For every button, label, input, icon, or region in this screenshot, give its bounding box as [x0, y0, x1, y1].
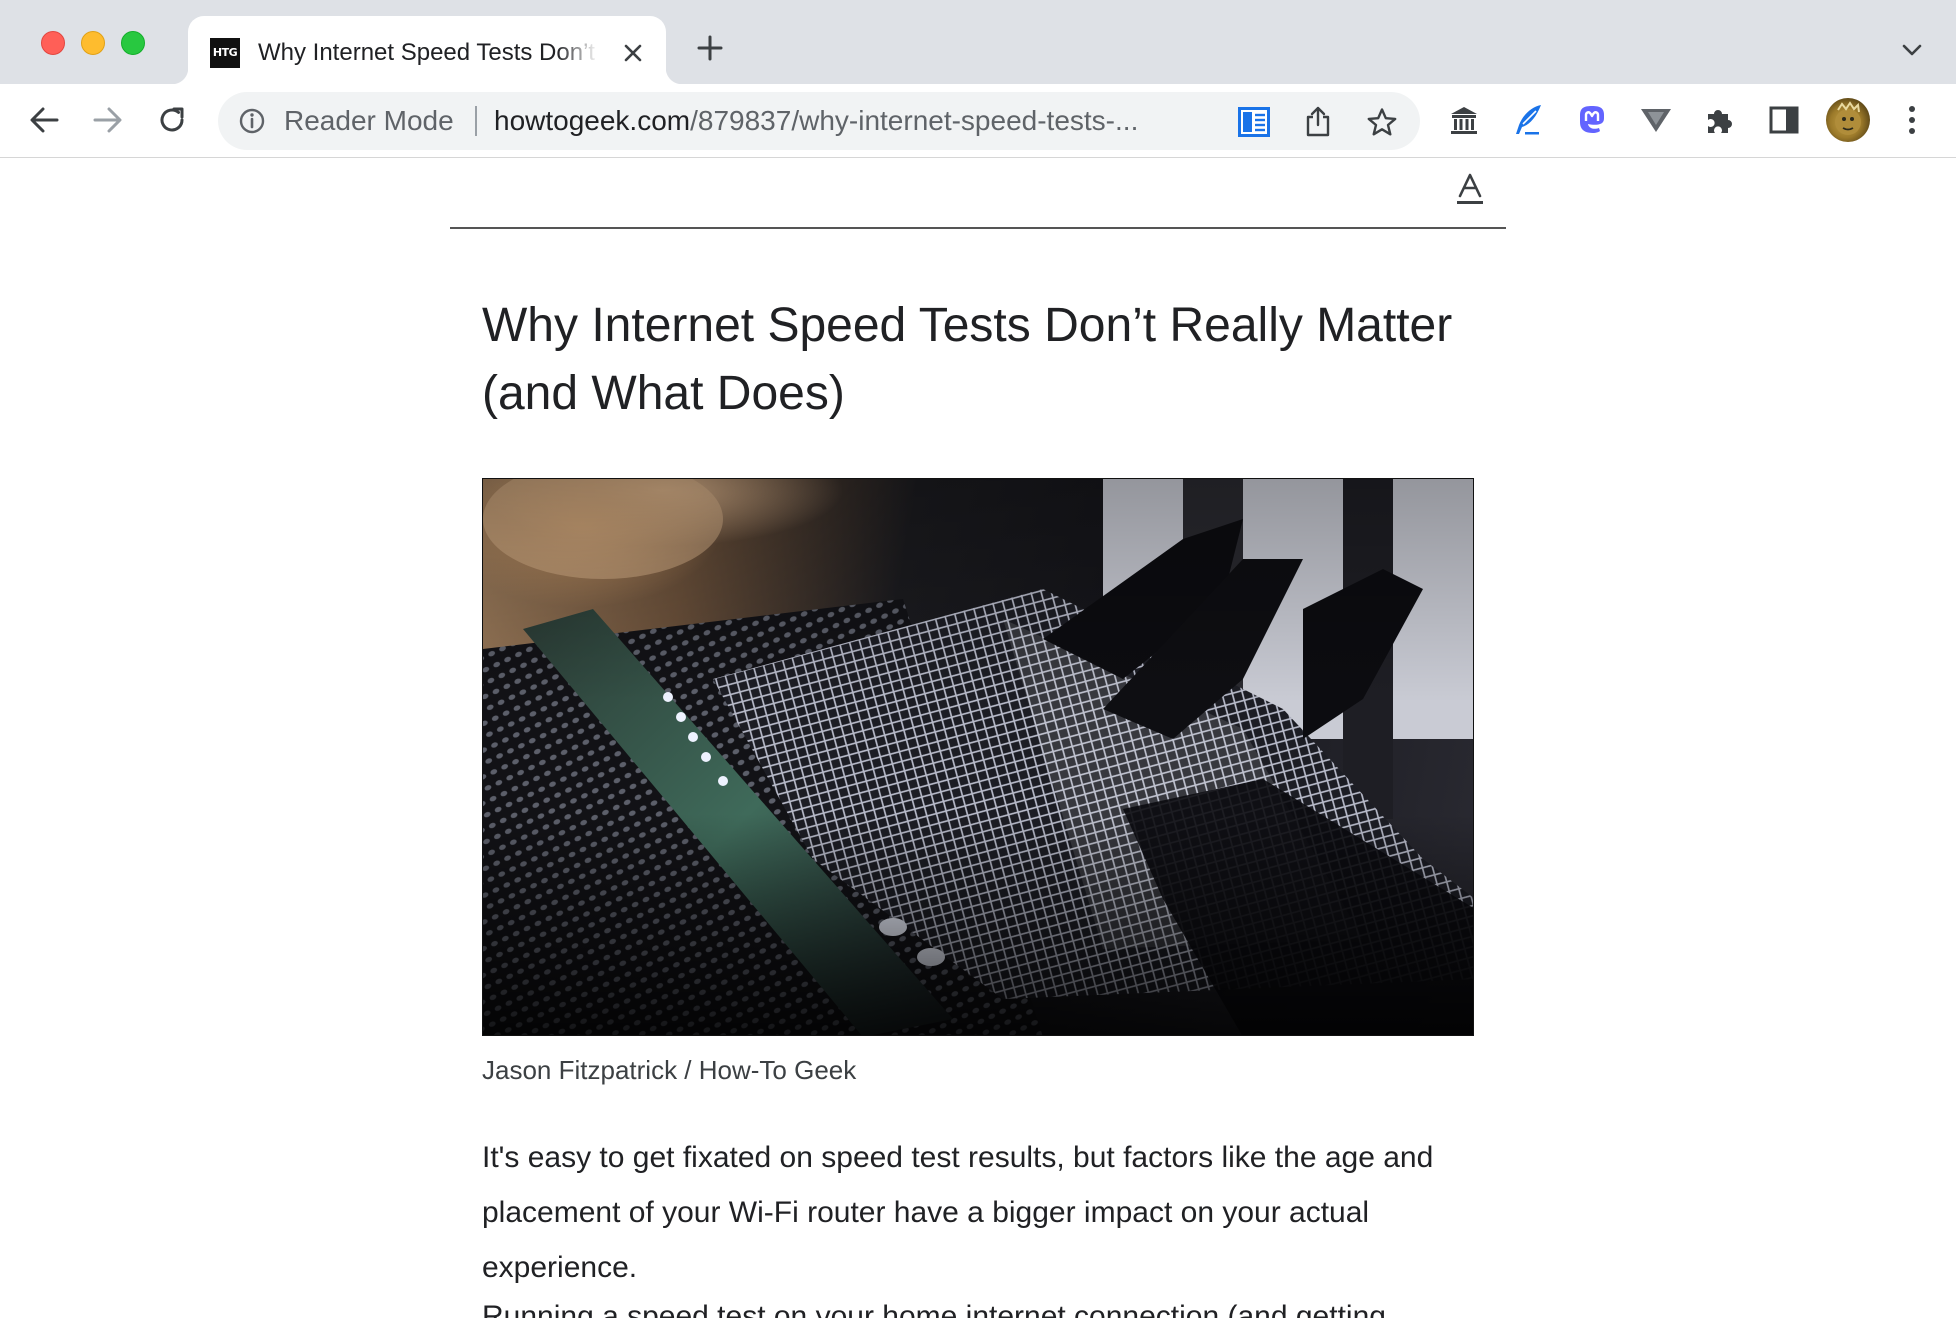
profile-avatar[interactable] — [1826, 98, 1870, 142]
article-paragraph-2: Running a speed test on your home intern… — [482, 1295, 1482, 1318]
url-path: /879837/why-internet-speed-tests-... — [690, 105, 1139, 136]
feather-pen-icon[interactable] — [1506, 98, 1550, 142]
tab-title: Why Internet Speed Tests Don’t Really Ma… — [258, 39, 598, 66]
puzzle-icon[interactable] — [1698, 98, 1742, 142]
museum-icon[interactable] — [1442, 98, 1486, 142]
window-close-button[interactable] — [41, 31, 65, 55]
url-host: howtogeek.com — [494, 105, 691, 136]
image-caption: Jason Fitzpatrick / How-To Geek — [482, 1055, 857, 1085]
mastodon-icon[interactable] — [1570, 98, 1614, 142]
reload-icon — [160, 107, 184, 132]
url-text[interactable]: howtogeek.com/879837/why-internet-speed-… — [494, 104, 1222, 138]
window-maximize-button[interactable] — [121, 31, 145, 55]
reader-header-divider — [450, 227, 1506, 229]
back-button[interactable] — [22, 98, 66, 142]
browser-toolbar: Reader Mode howtogeek.com/879837/why-int… — [0, 84, 1956, 158]
chevron-down-icon — [1902, 44, 1922, 56]
triangle-shield-icon[interactable] — [1634, 98, 1678, 142]
arrow-left-icon — [30, 107, 59, 133]
plus-icon — [697, 35, 723, 61]
htg-favicon-icon: HTG — [210, 38, 240, 68]
share-icon[interactable] — [1300, 104, 1336, 140]
article-title: Why Internet Speed Tests Don’t Really Ma… — [482, 299, 1453, 420]
address-bar[interactable]: Reader Mode howtogeek.com/879837/why-int… — [218, 92, 1420, 150]
star-icon[interactable] — [1364, 104, 1400, 140]
side-panel-icon[interactable] — [1762, 98, 1806, 142]
omnibox-divider — [475, 106, 477, 136]
kebab-menu-icon[interactable] — [1890, 98, 1934, 142]
font-settings-icon[interactable] — [1452, 170, 1488, 208]
window-minimize-button[interactable] — [81, 31, 105, 55]
reader-mode-chip[interactable]: Reader Mode — [284, 104, 454, 138]
info-icon[interactable] — [238, 107, 266, 135]
arrow-right-icon — [93, 107, 122, 133]
tab-search-button[interactable] — [1896, 34, 1928, 66]
article-paragraph-2-text: Running a speed test on your home intern… — [482, 1300, 1386, 1318]
active-tab[interactable]: HTG Why Internet Speed Tests Don’t Reall… — [172, 16, 682, 84]
new-tab-button[interactable] — [692, 30, 728, 66]
close-icon[interactable] — [618, 38, 648, 68]
article-paragraph-1: It's easy to get fixated on speed test r… — [482, 1141, 1434, 1284]
forward-button[interactable] — [86, 98, 130, 142]
tab-strip: HTG Why Internet Speed Tests Don’t Reall… — [0, 0, 1956, 84]
reader-mode-icon[interactable] — [1236, 104, 1272, 140]
reload-button[interactable] — [150, 98, 194, 142]
article-hero-image — [482, 478, 1474, 1036]
